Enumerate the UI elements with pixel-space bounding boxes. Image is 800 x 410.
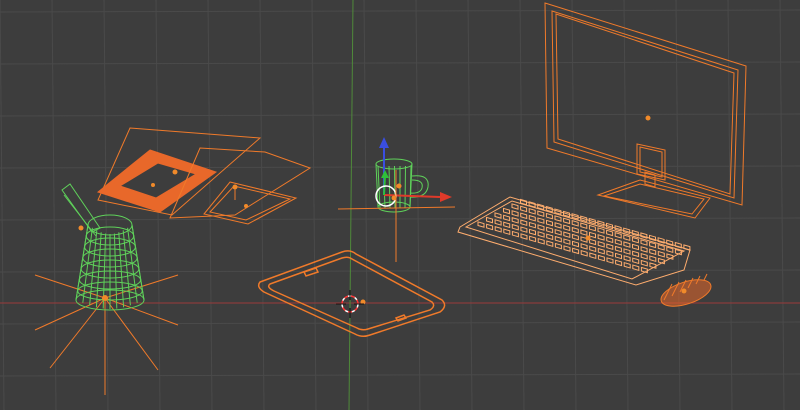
lamp-base-origin [102,295,108,301]
mesh-edge [404,165,406,209]
3d-viewport[interactable] [0,0,800,410]
lamp-origin [78,225,84,231]
